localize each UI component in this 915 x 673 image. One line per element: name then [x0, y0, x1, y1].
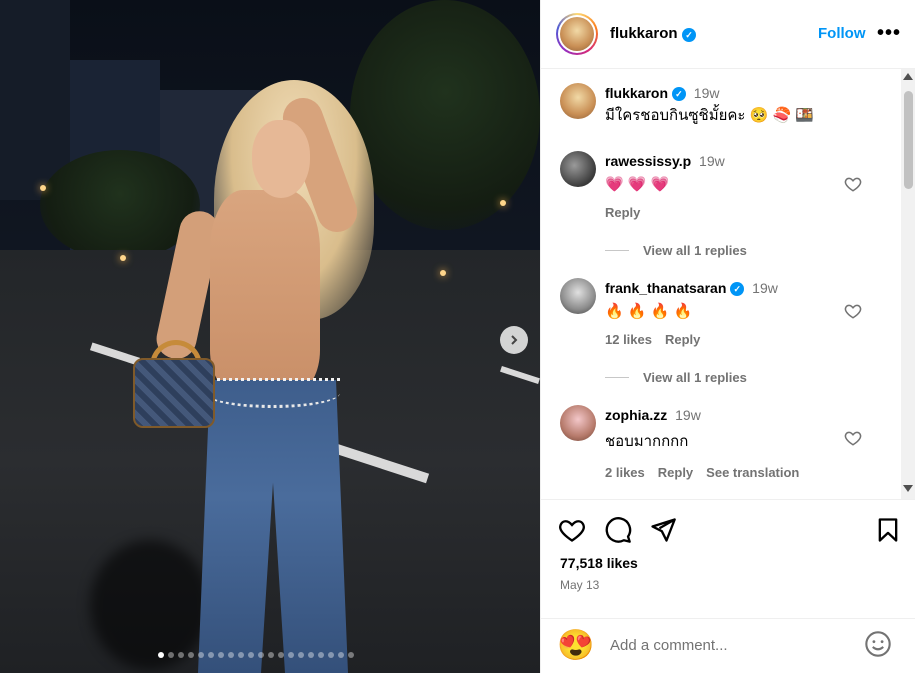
scrollbar[interactable]: [901, 69, 915, 499]
post-header: flukkaron ✓ Follow •••: [541, 0, 915, 69]
comment-username[interactable]: rawessissy.p: [605, 153, 691, 169]
handbag: [133, 358, 215, 428]
heart-icon[interactable]: [844, 175, 862, 193]
carousel-dot: [208, 652, 214, 658]
emoji-picker-icon[interactable]: 😍: [557, 628, 594, 664]
carousel-dot: [168, 652, 174, 658]
reply-button[interactable]: Reply: [658, 465, 693, 480]
header-username[interactable]: flukkaron: [610, 25, 678, 42]
chevron-right-icon-svg: [511, 335, 518, 345]
comment-time: 19w: [675, 407, 701, 423]
carousel-dot: [268, 652, 274, 658]
post-sidebar: flukkaron ✓ Follow ••• flukkaron ✓ 19w ม…: [540, 0, 915, 673]
avatar[interactable]: [556, 13, 598, 55]
street-light: [120, 255, 126, 261]
carousel-dot: [188, 652, 194, 658]
view-replies-label: View all 1 replies: [643, 243, 747, 258]
carousel-dot: [158, 652, 164, 658]
carousel-dot: [308, 652, 314, 658]
view-replies-button[interactable]: View all 1 replies: [605, 243, 747, 258]
reply-button[interactable]: Reply: [605, 205, 640, 220]
follow-button[interactable]: Follow: [818, 25, 866, 42]
see-translation-button[interactable]: See translation: [706, 465, 799, 480]
face: [252, 120, 310, 198]
heart-icon[interactable]: [844, 429, 862, 447]
smiley-icon[interactable]: [864, 630, 892, 658]
likes-count[interactable]: 77,518 likes: [560, 555, 638, 571]
carousel-dot: [298, 652, 304, 658]
view-replies-button[interactable]: View all 1 replies: [605, 370, 747, 385]
carousel-dot: [278, 652, 284, 658]
verified-icon: ✓: [730, 282, 745, 297]
carousel-dot: [328, 652, 334, 658]
carousel-dot: [238, 652, 244, 658]
chevron-right-icon[interactable]: [500, 326, 528, 354]
likes-count[interactable]: 12 likes: [605, 332, 652, 347]
avatar[interactable]: [560, 83, 596, 119]
post-actions: 77,518 likes May 13 😍 Add a comment...: [541, 499, 915, 673]
carousel-dot: [258, 652, 264, 658]
caption-username[interactable]: flukkaron: [605, 85, 668, 101]
verified-icon: ✓: [671, 87, 686, 102]
scrollbar-thumb[interactable]: [904, 91, 913, 189]
comment-time: 19w: [752, 280, 778, 296]
comment-icon[interactable]: [604, 516, 632, 544]
shadow: [90, 540, 210, 670]
carousel-dot: [228, 652, 234, 658]
comment-username[interactable]: frank_thanatsaran: [605, 280, 726, 296]
post-date: May 13: [560, 578, 600, 592]
carousel-dot: [248, 652, 254, 658]
torso: [210, 190, 320, 390]
divider: [605, 377, 629, 378]
carousel-dot: [288, 652, 294, 658]
likes-count[interactable]: 2 likes: [605, 465, 645, 480]
carousel-dots: [158, 652, 354, 658]
caption-time: 19w: [693, 85, 720, 101]
scroll-down-icon[interactable]: [903, 485, 913, 492]
verified-icon: ✓: [682, 28, 696, 42]
save-icon[interactable]: [874, 516, 902, 544]
more-options-icon[interactable]: •••: [877, 22, 901, 45]
carousel-dot: [338, 652, 344, 658]
comment-text: 💗 💗 💗: [605, 176, 670, 193]
comment-username[interactable]: zophia.zz: [605, 407, 667, 423]
divider: [605, 250, 629, 251]
street-light: [440, 270, 446, 276]
carousel-dot: [198, 652, 204, 658]
add-comment-bar: 😍 Add a comment...: [541, 618, 915, 673]
heart-icon[interactable]: [844, 302, 862, 320]
comment-text: 🔥 🔥 🔥 🔥: [605, 303, 693, 321]
carousel-dot: [218, 652, 224, 658]
add-comment-input[interactable]: Add a comment...: [610, 637, 728, 654]
carousel-dot: [178, 652, 184, 658]
background-tree: [350, 0, 540, 230]
comments-list: flukkaron ✓ 19w มีใครชอบกินซูชิมั้ยคะ 🥺 …: [541, 69, 903, 499]
comment-time: 19w: [699, 153, 725, 169]
caption-text: มีใครชอบกินซูชิมั้ยคะ 🥺 🍣 🍱: [605, 107, 815, 125]
scroll-up-icon[interactable]: [903, 73, 913, 80]
avatar[interactable]: [560, 405, 596, 441]
carousel-dot: [348, 652, 354, 658]
post-image[interactable]: [0, 0, 540, 673]
view-replies-label: View all 1 replies: [643, 370, 747, 385]
avatar[interactable]: [560, 151, 596, 187]
pearl-belt: [205, 378, 340, 408]
avatar[interactable]: [560, 278, 596, 314]
street-light: [40, 185, 46, 191]
carousel-dot: [318, 652, 324, 658]
reply-button[interactable]: Reply: [665, 332, 700, 347]
street-light: [500, 200, 506, 206]
share-icon[interactable]: [649, 516, 677, 544]
comment-text: ชอบมากกกก: [605, 433, 689, 450]
like-icon[interactable]: [558, 516, 586, 544]
